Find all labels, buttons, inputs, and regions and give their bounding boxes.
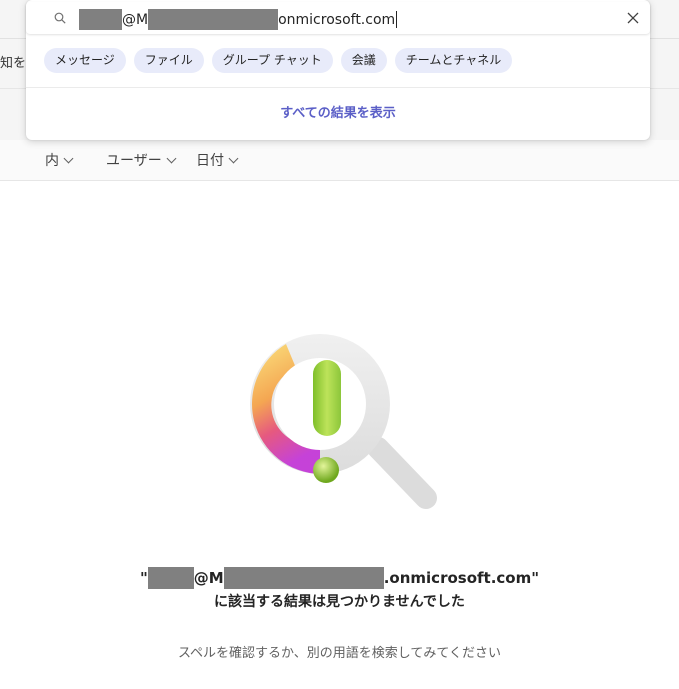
- query-text-part: onmicrosoft.com: [278, 11, 396, 28]
- no-results-query: " @M .onmicrosoft.com": [0, 567, 679, 589]
- filter-user-dropdown[interactable]: ユーザー: [106, 150, 177, 170]
- filter-in-dropdown[interactable]: 内: [45, 150, 74, 170]
- query-text-part: @M: [122, 11, 149, 28]
- query-text-part: .onmicrosoft.com": [383, 569, 540, 587]
- filter-date-dropdown[interactable]: 日付: [196, 150, 239, 170]
- filter-bar: 内 ユーザー 日付: [0, 140, 679, 181]
- chevron-down-icon: [63, 153, 74, 163]
- no-results-message: " @M .onmicrosoft.com" に該当する結果は見つかりませんでし…: [0, 567, 679, 611]
- search-query: @M onmicrosoft.com: [79, 9, 398, 30]
- chevron-down-icon: [228, 153, 239, 163]
- chip-files[interactable]: ファイル: [133, 48, 204, 73]
- redaction: [148, 9, 279, 30]
- search-suggestions-panel: @M onmicrosoft.com メッセージ ファイル グループ チャット …: [26, 0, 650, 140]
- search-input[interactable]: @M onmicrosoft.com: [26, 2, 650, 34]
- filter-label: 日付: [196, 153, 224, 169]
- redaction: [223, 567, 384, 589]
- filter-label: 内: [45, 153, 59, 169]
- chip-meetings[interactable]: 会議: [340, 48, 387, 73]
- divider: [26, 87, 650, 88]
- close-icon[interactable]: [626, 11, 640, 25]
- background-text: 知を: [0, 56, 27, 71]
- chip-group-chat[interactable]: グループ チャット: [211, 48, 333, 73]
- redaction: [147, 567, 194, 589]
- show-all-results-link[interactable]: すべての結果を表示: [26, 102, 650, 121]
- search-icon: [54, 12, 66, 24]
- quote-mark: ": [139, 569, 148, 587]
- no-results-illustration: [250, 334, 437, 509]
- text-caret: [396, 11, 398, 28]
- no-results-hint: スペルを確認するか、別の用語を検索してみてください: [177, 646, 502, 661]
- chip-teams-channels[interactable]: チームとチャネル: [394, 48, 513, 73]
- query-text-part: @M: [193, 569, 224, 587]
- redaction: [79, 9, 122, 30]
- filter-label: ユーザー: [106, 153, 162, 169]
- no-results-line: に該当する結果は見つかりませんでした: [214, 594, 465, 610]
- search-scope-chips: メッセージ ファイル グループ チャット 会議 チームとチャネル: [44, 48, 513, 73]
- chip-messages[interactable]: メッセージ: [44, 48, 126, 73]
- chevron-down-icon: [166, 153, 177, 163]
